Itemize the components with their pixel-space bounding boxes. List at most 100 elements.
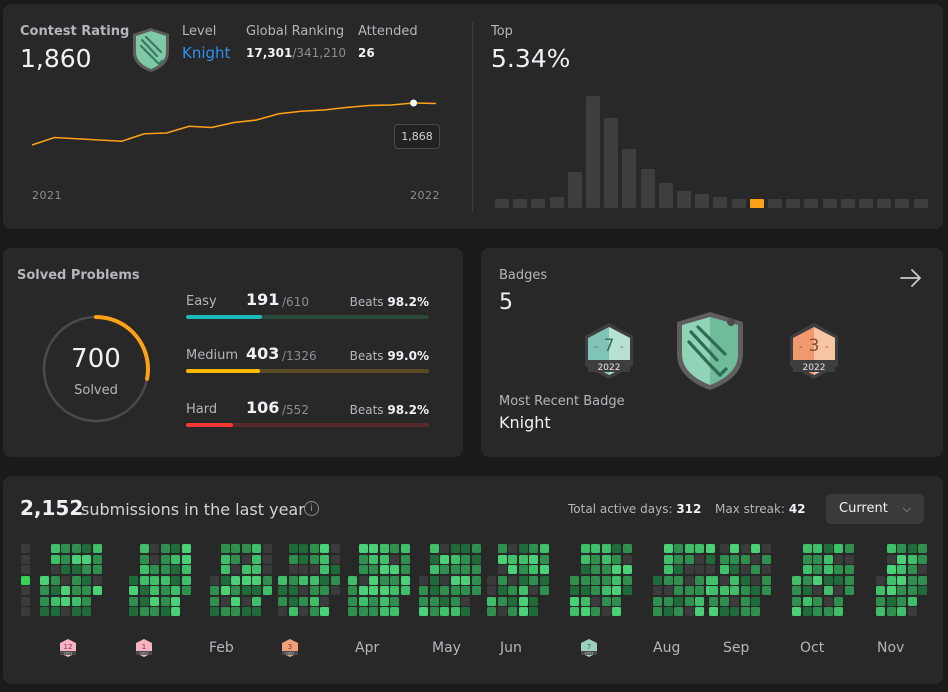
heatmap-cell[interactable] <box>288 586 298 595</box>
heatmap-cell[interactable] <box>518 607 528 616</box>
heatmap-cell[interactable] <box>823 586 833 595</box>
heatmap-cell[interactable] <box>876 596 885 606</box>
heatmap-cell[interactable] <box>50 607 60 616</box>
heatmap-cell[interactable] <box>220 544 230 553</box>
heatmap-cell[interactable] <box>802 607 812 616</box>
heatmap-cell[interactable] <box>813 565 822 574</box>
heatmap-cell[interactable] <box>61 586 70 595</box>
heatmap-cell[interactable] <box>320 544 329 553</box>
histogram-bar[interactable] <box>840 199 855 208</box>
difficulty-row-easy[interactable]: Easy 191/610 Beats 98.2% <box>186 286 429 326</box>
heatmap-cell[interactable] <box>844 565 854 574</box>
heatmap-cell[interactable] <box>358 575 368 585</box>
heatmap-cell[interactable] <box>591 596 600 606</box>
heatmap-cell[interactable] <box>461 565 470 574</box>
rating-distribution-histogram[interactable] <box>495 84 928 208</box>
heatmap-cell[interactable] <box>580 575 590 585</box>
heatmap-cell[interactable] <box>674 596 683 606</box>
heatmap-cell[interactable] <box>674 544 683 553</box>
heatmap-cell[interactable] <box>823 544 833 553</box>
heatmap-cell[interactable] <box>92 554 102 564</box>
heatmap-cell[interactable] <box>288 554 298 564</box>
heatmap-cell[interactable] <box>150 586 159 595</box>
heatmap-cell[interactable] <box>740 554 750 564</box>
heatmap-cell[interactable] <box>390 575 399 585</box>
heatmap-cell[interactable] <box>802 596 812 606</box>
heatmap-cell[interactable] <box>231 607 240 616</box>
mini-badge-mar-icon[interactable]: 3 2022 <box>280 638 300 658</box>
difficulty-row-medium[interactable]: Medium 403/1326 Beats 99.0% <box>186 340 429 380</box>
heatmap-cell[interactable] <box>390 586 399 595</box>
heatmap-cell[interactable] <box>897 544 906 553</box>
heatmap-cell[interactable] <box>82 544 91 553</box>
heatmap-cell[interactable] <box>129 607 138 616</box>
heatmap-cell[interactable] <box>886 544 896 553</box>
heatmap-cell[interactable] <box>160 596 170 606</box>
submission-heatmap[interactable] <box>21 544 927 634</box>
heatmap-cell[interactable] <box>429 575 439 585</box>
heatmap-cell[interactable] <box>612 544 621 553</box>
heatmap-cell[interactable] <box>539 544 549 553</box>
heatmap-cell[interactable] <box>231 596 240 606</box>
heatmap-cell[interactable] <box>653 586 662 595</box>
heatmap-cell[interactable] <box>82 586 91 595</box>
heatmap-cell[interactable] <box>160 607 170 616</box>
heatmap-cell[interactable] <box>171 607 180 616</box>
heatmap-cell[interactable] <box>461 607 470 616</box>
heatmap-cell[interactable] <box>834 575 843 585</box>
histogram-bar[interactable] <box>495 199 509 208</box>
heatmap-cell[interactable] <box>730 565 739 574</box>
heatmap-cell[interactable] <box>129 596 138 606</box>
heatmap-cell[interactable] <box>369 586 378 595</box>
heatmap-cell[interactable] <box>61 607 70 616</box>
heatmap-cell[interactable] <box>21 554 30 564</box>
heatmap-cell[interactable] <box>497 554 507 564</box>
heatmap-cell[interactable] <box>419 586 428 595</box>
heatmap-cell[interactable] <box>695 565 704 574</box>
heatmap-cell[interactable] <box>709 596 718 606</box>
heatmap-cell[interactable] <box>663 586 673 595</box>
heatmap-cell[interactable] <box>429 554 439 564</box>
heatmap-cell[interactable] <box>653 607 662 616</box>
heatmap-cell[interactable] <box>150 575 159 585</box>
heatmap-cell[interactable] <box>262 565 272 574</box>
heatmap-cell[interactable] <box>241 607 251 616</box>
heatmap-cell[interactable] <box>761 586 771 595</box>
heatmap-cell[interactable] <box>252 565 261 574</box>
heatmap-cell[interactable] <box>907 565 917 574</box>
heatmap-cell[interactable] <box>358 554 368 564</box>
heatmap-cell[interactable] <box>92 544 102 553</box>
histogram-bar[interactable] <box>913 199 928 208</box>
heatmap-cell[interactable] <box>876 575 885 585</box>
heatmap-cell[interactable] <box>181 544 191 553</box>
heatmap-cell[interactable] <box>471 586 481 595</box>
heatmap-cell[interactable] <box>886 586 896 595</box>
heatmap-cell[interactable] <box>674 586 683 595</box>
heatmap-cell[interactable] <box>210 586 219 595</box>
heatmap-cell[interactable] <box>288 544 298 553</box>
heatmap-cell[interactable] <box>440 586 449 595</box>
heatmap-cell[interactable] <box>792 596 801 606</box>
heatmap-cell[interactable] <box>278 596 287 606</box>
heatmap-cell[interactable] <box>834 596 843 606</box>
heatmap-cell[interactable] <box>129 575 138 585</box>
heatmap-cell[interactable] <box>802 565 812 574</box>
heatmap-cell[interactable] <box>740 575 750 585</box>
heatmap-cell[interactable] <box>674 607 683 616</box>
heatmap-cell[interactable] <box>518 586 528 595</box>
heatmap-cell[interactable] <box>844 586 854 595</box>
info-icon[interactable]: i <box>304 501 319 516</box>
annual-badge-7-icon[interactable]: 7 - - 2022 <box>580 320 638 382</box>
heatmap-cell[interactable] <box>21 607 30 616</box>
heatmap-cell[interactable] <box>150 596 159 606</box>
heatmap-cell[interactable] <box>21 544 30 553</box>
heatmap-cell[interactable] <box>71 596 81 606</box>
histogram-bar[interactable] <box>731 199 746 208</box>
heatmap-cell[interactable] <box>92 575 102 585</box>
heatmap-cell[interactable] <box>288 575 298 585</box>
heatmap-cell[interactable] <box>379 565 389 574</box>
heatmap-cell[interactable] <box>369 565 378 574</box>
heatmap-cell[interactable] <box>622 575 632 585</box>
heatmap-cell[interactable] <box>730 607 739 616</box>
heatmap-cell[interactable] <box>709 586 718 595</box>
